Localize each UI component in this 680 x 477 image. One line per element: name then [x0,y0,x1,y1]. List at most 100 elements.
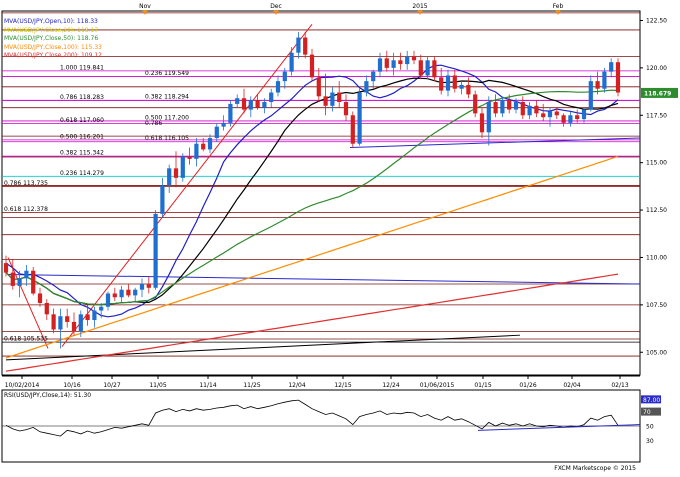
candle-body [78,314,83,332]
candle-body [235,98,240,104]
candle-body [214,126,219,139]
x-tick-label: 02/04 [563,382,580,389]
x-tick-label: 02/13 [611,382,628,389]
fib-level-label: 0.618 112.378 [4,206,48,213]
candle-body [269,92,274,102]
candle-body [180,156,185,178]
candle-body [187,156,192,159]
fib-level-label: 0.382 115.342 [60,150,104,157]
candle-body [105,293,111,307]
candle-body [31,270,36,294]
y-tick-label: 112.50 [646,207,667,214]
candle-body [330,92,335,106]
candle-body [44,302,49,315]
month-label: Dec [270,3,282,10]
candle-body [595,81,600,89]
candle-body [507,100,512,110]
candle-body [520,102,525,116]
x-tick-label: 10/02/2014 [5,382,40,389]
candle-body [85,314,90,321]
candle-body [568,115,573,123]
candle-body [71,321,77,332]
candle-body [391,60,396,68]
candle-body [439,77,444,91]
candle-body [303,37,308,55]
candle-body [139,284,145,290]
y-tick-label: 115.00 [646,160,667,167]
rsi-level-label: 70 [643,409,651,416]
candle-body [228,103,233,123]
usdjpy-chart: 122.50 120.00 117.50 115.00 112.50 110.00 107.… [0,0,680,477]
candle-body [398,60,403,65]
y-tick-label: 122.50 [646,17,667,24]
fib-level-label: 0.786 [145,120,162,127]
candle-body [357,92,362,144]
candle-body [146,284,151,288]
candle-body [384,58,389,68]
fib-level-label: 0.618 105.535 [4,336,48,343]
candle-body [126,289,131,296]
candle-body [24,270,29,279]
month-label: 2015 [412,3,427,10]
candle-body [201,143,206,150]
fib-level-label: 0.236 114.279 [60,170,104,177]
candle-body [337,92,342,102]
candle-body [10,272,15,286]
x-tick-label: 12/04 [288,382,305,389]
candle-body [207,138,213,150]
rsi-level-label: 87.00 [643,397,660,404]
candle-body [248,100,253,110]
candle-body [371,71,376,82]
fib-level-label: 0.500 116.201 [60,133,104,140]
candle-body [194,143,199,159]
candle-body [364,81,369,93]
x-tick-label: 12/24 [382,382,399,389]
candle-body [513,102,519,110]
candle-body [112,293,117,298]
fib-level-label: 0.618 117.060 [60,117,104,124]
x-tick-label: 01/26 [519,382,536,389]
candle-body [255,100,260,108]
y-tick-label: 117.50 [646,112,667,119]
y-tick-label: 110.00 [646,254,667,261]
y-tick-label: 105.00 [646,349,667,356]
candle-body [547,111,553,118]
candle-body [534,105,539,114]
candle-body [3,263,9,273]
candle-body [119,289,124,298]
candle-body [445,75,451,91]
candle-body [289,52,294,72]
candle-body [99,306,104,311]
rsi-level-label: 50 [646,424,654,431]
candle-body [296,37,301,53]
candle-body [452,75,457,89]
candle-body [541,113,546,118]
candle-body [473,94,478,114]
watermark: FXCM Marketscope © 2015 [554,465,636,472]
candle-body [575,115,580,120]
candle-body [241,98,247,110]
legend-entry: MVA(USD/JPY,Close,200): 109.12 [4,52,102,59]
candle-body [425,60,430,76]
candle-body [51,314,56,330]
candle-body [466,84,471,95]
candle-body [153,213,158,288]
candle-body [167,168,172,186]
candle-body [418,60,423,76]
current-price-label: 118.679 [644,90,671,97]
candle-body [432,60,437,78]
candle-body [581,109,587,120]
rsi-label: RSI(USD/JPY,Close,14): 51.30 [4,392,91,399]
y-tick-label: 120.00 [646,65,667,72]
x-tick-label: 11/25 [243,382,260,389]
fib-level-label: 0.786 118.283 [60,94,104,101]
month-label: Feb [553,3,564,10]
candle-body [486,102,491,133]
fib-level-label: 0.236 119.549 [145,70,189,77]
candle-body [405,56,410,65]
candle-body [411,56,417,61]
candle-body [282,71,287,82]
candle-body [65,316,70,322]
y-tick-label: 107.50 [646,302,667,309]
candle-body [588,81,593,110]
